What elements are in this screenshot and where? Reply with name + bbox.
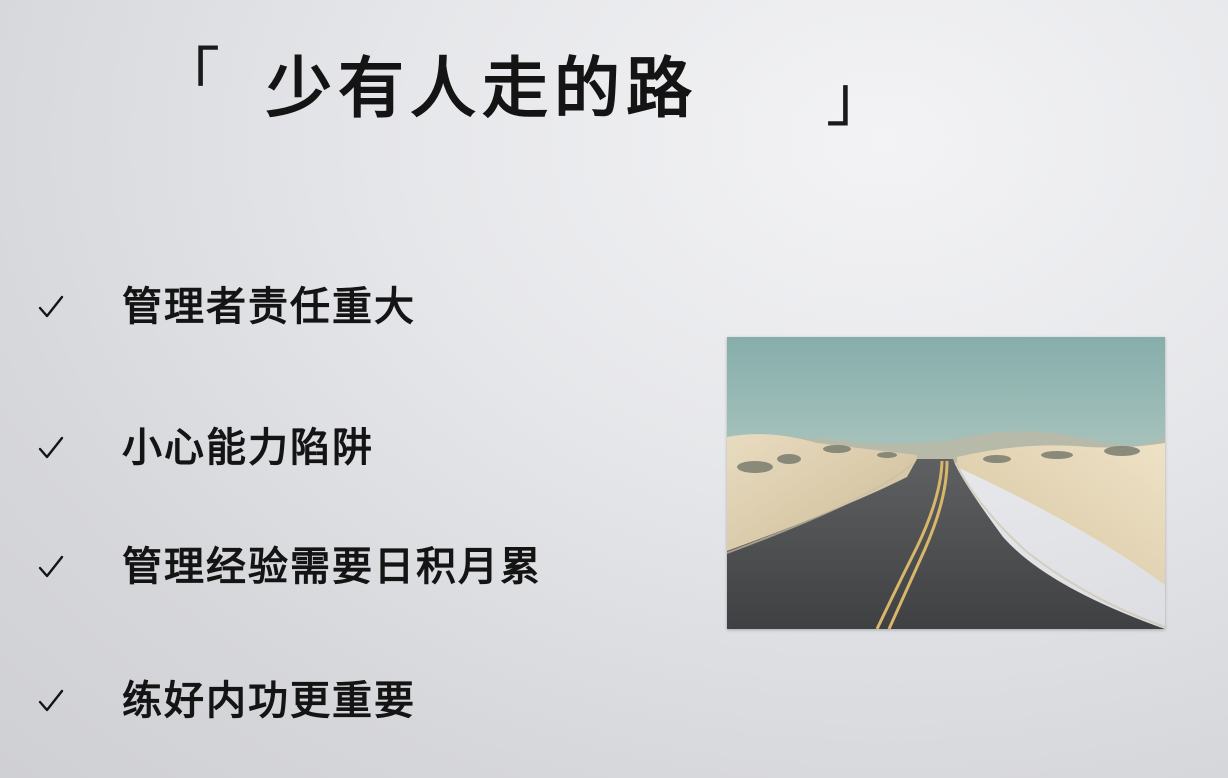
check-icon — [38, 689, 64, 712]
bullet-item-2: 小心能力陷阱 — [36, 423, 676, 473]
bullet-item-1: 管理者责任重大 — [36, 282, 676, 332]
bullet-text: 管理经验需要日积月累 — [122, 544, 542, 590]
bullet-text: 练好内功更重要 — [122, 678, 416, 724]
title-close-bracket: 」 — [826, 62, 889, 135]
title-open-bracket: 「 — [158, 40, 221, 113]
bullet-item-4: 练好内功更重要 — [36, 676, 676, 726]
bullet-item-3: 管理经验需要日积月累 — [36, 542, 676, 592]
title-text: 少有人走的路 — [266, 50, 698, 127]
bullet-text: 管理者责任重大 — [122, 284, 416, 330]
check-icon — [38, 555, 64, 578]
check-icon — [38, 295, 64, 318]
bullet-text: 小心能力陷阱 — [122, 425, 374, 471]
slide-title: 「 少有人走的路 」 — [158, 40, 888, 136]
desert-road-photo — [727, 337, 1165, 629]
slide: 「 少有人走的路 」 管理者责任重大 小心能力陷阱 管理经验需要日积月累 练好内… — [0, 0, 1228, 778]
check-icon — [38, 436, 64, 459]
road-photo-illustration — [727, 337, 1165, 629]
